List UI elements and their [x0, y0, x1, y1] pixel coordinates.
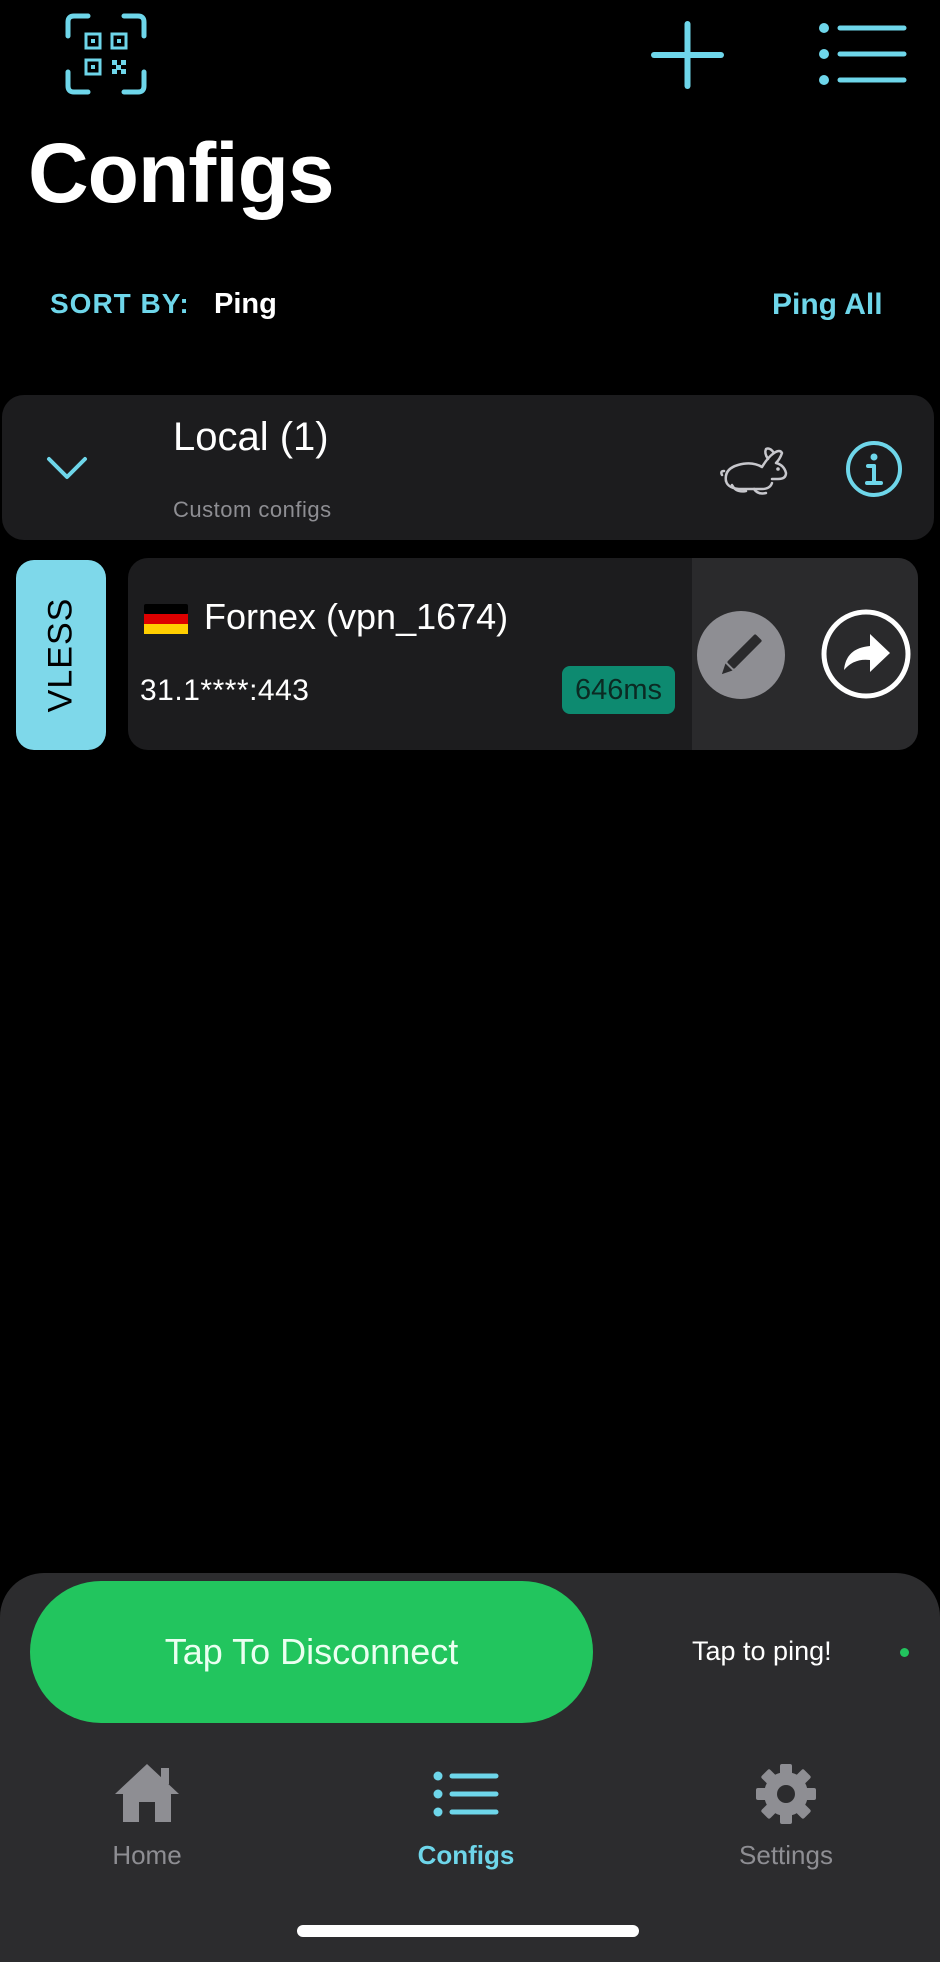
ping-all-button[interactable]: Ping All: [772, 288, 883, 322]
germany-flag-icon: [144, 604, 188, 634]
group-header[interactable]: [2, 395, 934, 540]
home-icon: [111, 1760, 183, 1828]
chevron-down-icon[interactable]: [45, 445, 89, 489]
home-indicator: [297, 1925, 639, 1937]
config-address: 31.1****:443: [140, 674, 310, 707]
rabbit-icon[interactable]: [718, 441, 790, 497]
tab-configs[interactable]: Configs: [366, 1760, 566, 1880]
list-icon: [819, 23, 907, 85]
share-arrow-icon: [821, 609, 911, 699]
group-title: Local (1): [173, 415, 329, 459]
sort-by-label: SORT BY:: [50, 288, 190, 319]
status-dot: [900, 1648, 909, 1657]
qr-scan-button[interactable]: [64, 12, 148, 96]
protocol-label: VLESS: [41, 597, 80, 713]
page-title: Configs: [28, 126, 335, 220]
group-subtitle: Custom configs: [173, 497, 332, 522]
add-config-button[interactable]: [650, 20, 725, 90]
tab-home[interactable]: Home: [47, 1760, 247, 1880]
ping-badge: 646ms: [562, 666, 675, 714]
sort-by-value[interactable]: Ping: [214, 288, 277, 321]
list-icon: [430, 1760, 502, 1828]
protocol-tag: VLESS: [16, 560, 106, 750]
tap-to-ping-label[interactable]: Tap to ping!: [692, 1636, 832, 1667]
qr-scan-icon: [65, 13, 147, 95]
tab-settings-label: Settings: [739, 1840, 833, 1870]
plus-icon: [651, 21, 724, 89]
tab-settings[interactable]: Settings: [686, 1760, 886, 1880]
menu-button[interactable]: [818, 20, 908, 88]
disconnect-button[interactable]: Tap To Disconnect: [30, 1581, 593, 1723]
edit-icon: [697, 611, 785, 699]
tab-configs-label: Configs: [417, 1840, 515, 1870]
tab-home-label: Home: [112, 1840, 182, 1870]
share-button[interactable]: [820, 608, 912, 700]
config-name: Fornex (vpn_1674): [204, 596, 509, 637]
edit-button[interactable]: [696, 610, 786, 700]
info-icon[interactable]: [844, 439, 904, 499]
gear-icon: [750, 1760, 822, 1828]
